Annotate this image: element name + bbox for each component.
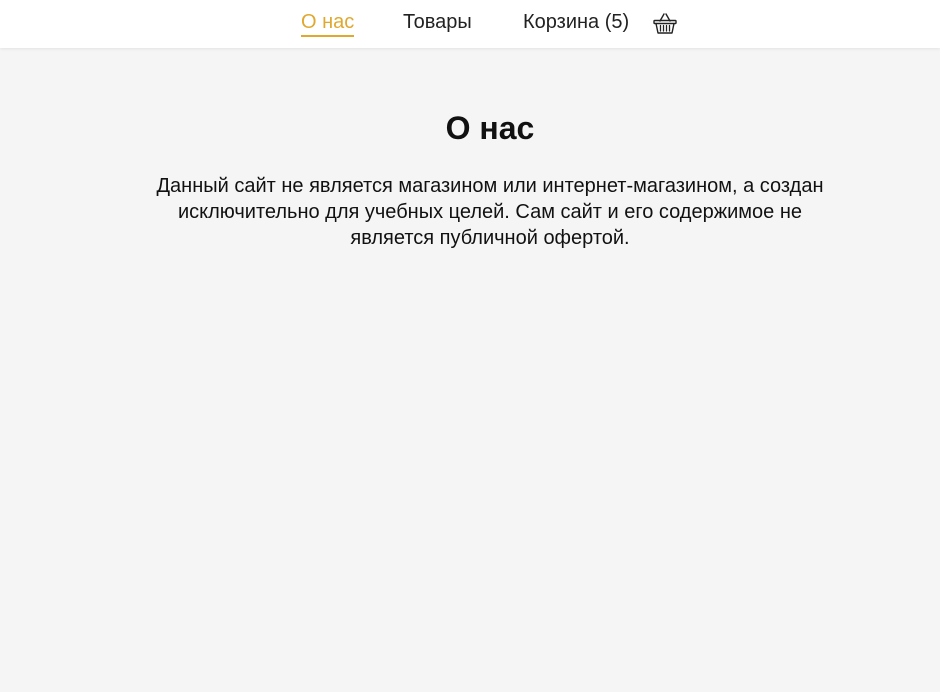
about-description: Данный сайт не является магазином или ин…	[156, 175, 824, 249]
basket-icon-svg	[653, 13, 677, 34]
nav-link-cart[interactable]: Корзина (5)	[523, 10, 629, 34]
top-navigation-bar: О нас Товары Корзина (5)	[0, 0, 940, 48]
nav-link-products[interactable]: Товары	[403, 10, 472, 34]
page-title: О нас	[445, 110, 535, 146]
main-content: О нас Данный сайт не является магазином …	[0, 48, 940, 692]
nav-link-about[interactable]: О нас	[301, 10, 355, 37]
main-nav: О нас Товары Корзина (5)	[0, 0, 940, 48]
basket-icon[interactable]	[652, 11, 678, 37]
